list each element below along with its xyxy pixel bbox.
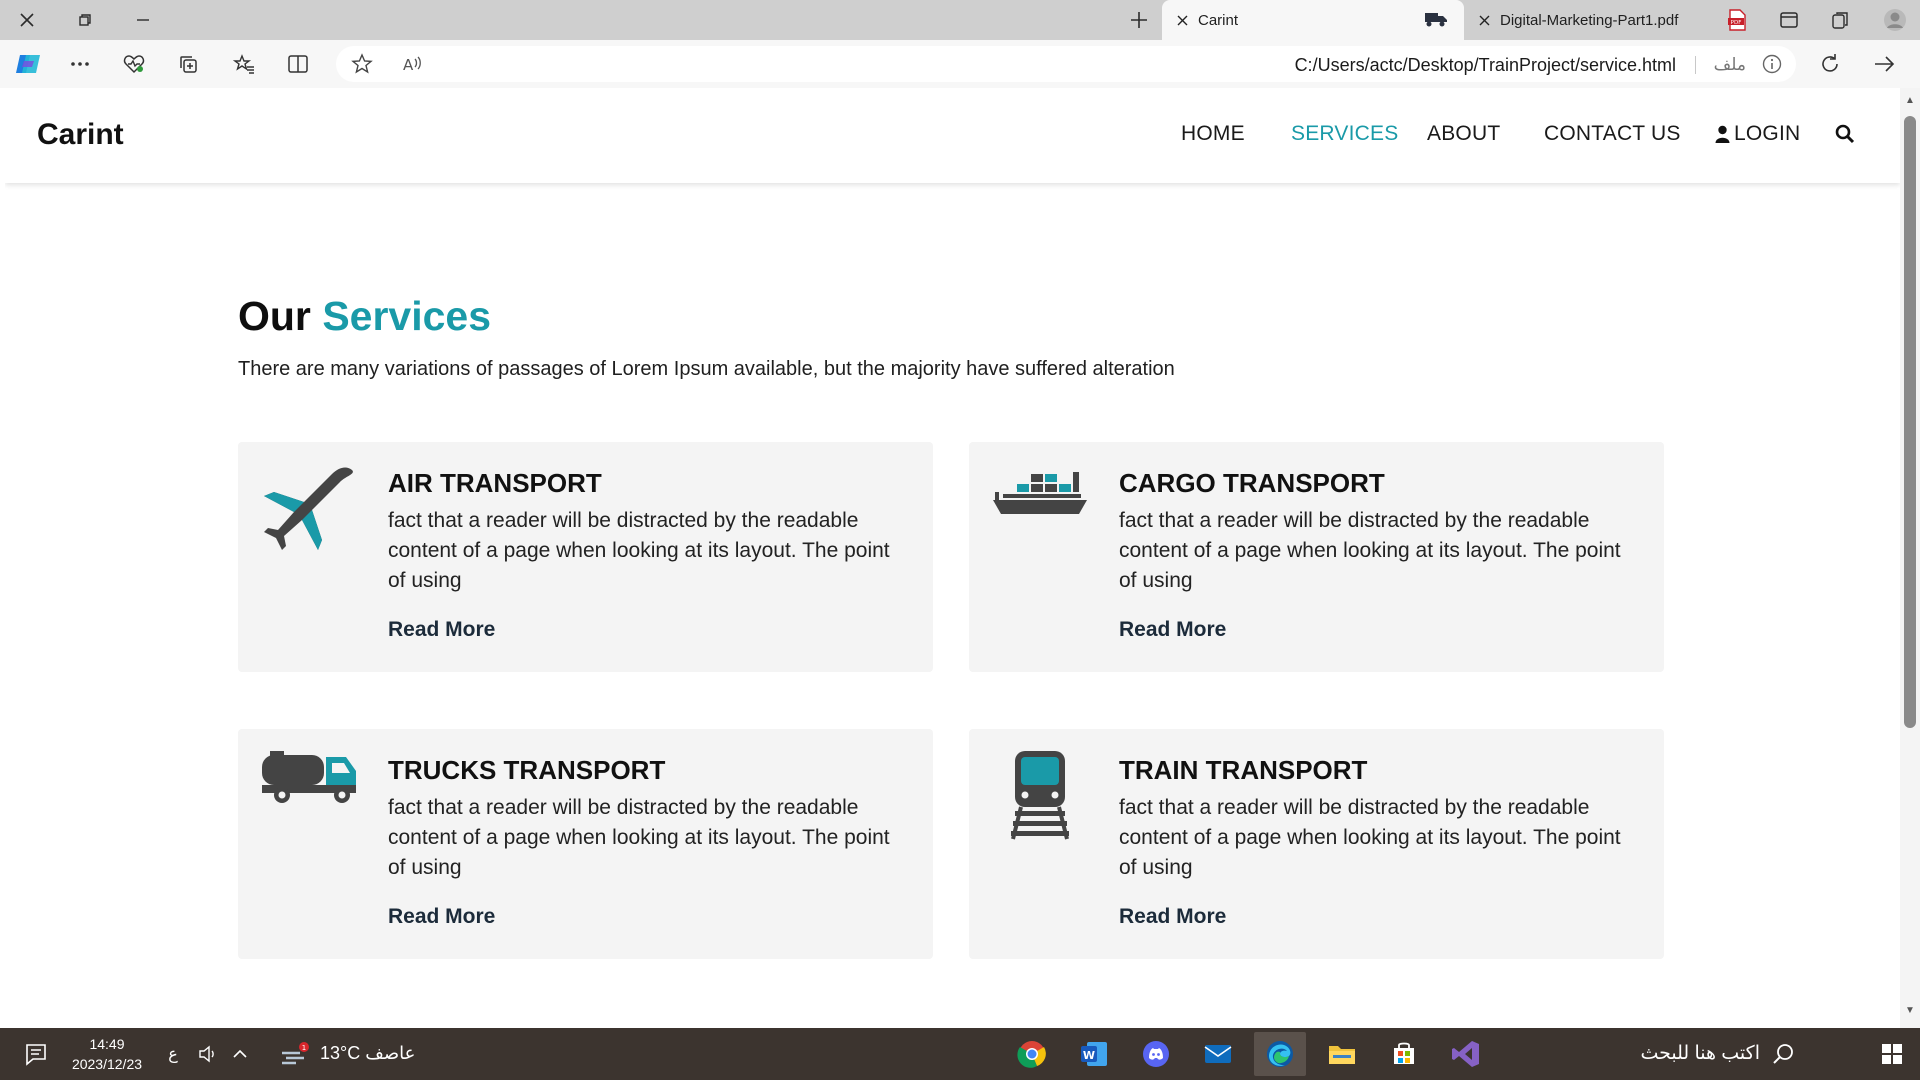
page-title-main: Our — [238, 293, 311, 339]
service-title: CARGO TRANSPORT — [1119, 468, 1385, 498]
collections-icon[interactable] — [172, 50, 204, 78]
user-icon — [1715, 125, 1730, 143]
chrome-app-icon[interactable] — [1006, 1032, 1058, 1076]
nav-about[interactable]: ABOUT — [1427, 122, 1500, 146]
browser-toolbar: A C:/Users/actc/Desktop/TrainProject/ser… — [0, 40, 1920, 88]
scroll-down-arrow-icon[interactable]: ▼ — [1904, 1006, 1916, 1016]
scroll-thumb[interactable] — [1904, 116, 1916, 728]
windows-taskbar: 14:49 2023/12/23 ع 1 13°C عاصف W اكتب هن… — [0, 1028, 1920, 1080]
taskbar-search-placeholder: اكتب هنا للبحث — [1640, 1043, 1760, 1064]
pdf-icon[interactable]: PDF — [1722, 6, 1752, 34]
url-text[interactable]: C:/Users/actc/Desktop/TrainProject/servi… — [1295, 55, 1676, 76]
nav-contact-us[interactable]: CONTACT US — [1544, 122, 1681, 146]
discord-app-icon[interactable] — [1130, 1032, 1182, 1076]
search-icon[interactable] — [1835, 124, 1855, 149]
browser-tab-strip: Carint Digital-Marketing-Part1.pdf PDF — [0, 0, 1920, 40]
svg-text:A: A — [403, 56, 414, 74]
nav-login[interactable]: LOGIN — [1715, 122, 1800, 146]
windows-start-icon[interactable] — [1864, 1028, 1920, 1080]
forward-arrow-icon[interactable] — [1868, 50, 1900, 78]
read-more-link[interactable]: Read More — [388, 618, 495, 642]
truck-icon — [260, 751, 358, 843]
page-subtitle: There are many variations of passages of… — [238, 358, 1175, 380]
tab-digital-marketing-pdf[interactable]: Digital-Marketing-Part1.pdf — [1464, 0, 1704, 40]
page-viewport: Carint HOME SERVICES ABOUT CONTACT US LO… — [5, 88, 1900, 1028]
minimize-window-icon[interactable] — [128, 6, 158, 34]
favorites-list-icon[interactable] — [228, 50, 260, 78]
nav-home[interactable]: HOME — [1181, 122, 1245, 146]
service-card-air: AIR TRANSPORT fact that a reader will be… — [238, 442, 933, 672]
service-description: fact that a reader will be distracted by… — [388, 796, 890, 879]
service-description: fact that a reader will be distracted by… — [1119, 509, 1621, 592]
read-more-link[interactable]: Read More — [388, 905, 495, 929]
profile-avatar-icon[interactable] — [1880, 6, 1910, 34]
svg-text:PDF: PDF — [1731, 20, 1742, 26]
service-card-train: TRAIN TRANSPORT fact that a reader will … — [969, 729, 1664, 959]
tab-close-icon[interactable] — [1172, 10, 1192, 30]
close-window-icon[interactable] — [12, 6, 42, 34]
nav-services[interactable]: SERVICES — [1291, 122, 1398, 146]
read-aloud-icon[interactable]: A — [402, 53, 424, 80]
search-icon — [1772, 1043, 1794, 1070]
refresh-icon[interactable] — [1814, 50, 1846, 78]
url-scheme-label: ملف — [1713, 55, 1746, 74]
copilot-icon[interactable] — [12, 50, 44, 78]
split-window-icon[interactable] — [1774, 6, 1804, 34]
new-tab-button[interactable] — [1124, 6, 1154, 34]
service-title: TRAIN TRANSPORT — [1119, 755, 1368, 785]
browser-essentials-icon[interactable] — [118, 50, 150, 78]
page-scrollbar[interactable]: ▲ ▼ — [1900, 88, 1920, 1028]
visual-studio-app-icon[interactable] — [1440, 1032, 1492, 1076]
cargo-ship-icon — [991, 464, 1089, 556]
workspaces-icon[interactable] — [1826, 6, 1856, 34]
service-card-cargo: CARGO TRANSPORT fact that a reader will … — [969, 442, 1664, 672]
site-header: Carint HOME SERVICES ABOUT CONTACT US LO… — [5, 88, 1900, 183]
service-title: AIR TRANSPORT — [388, 468, 602, 498]
notification-center-icon[interactable] — [16, 1028, 56, 1080]
microsoft-store-app-icon[interactable] — [1378, 1032, 1430, 1076]
tab-label: Carint — [1198, 11, 1239, 29]
service-description: fact that a reader will be distracted by… — [388, 509, 890, 592]
clock-date: 2023/12/23 — [71, 1056, 143, 1072]
volume-icon[interactable] — [194, 1028, 222, 1080]
tab-carint[interactable]: Carint — [1162, 0, 1464, 40]
input-language-indicator[interactable]: ع — [162, 1028, 184, 1080]
service-card-trucks: TRUCKS TRANSPORT fact that a reader will… — [238, 729, 933, 959]
page-title: Our Services — [238, 293, 491, 340]
system-clock[interactable]: 14:49 2023/12/23 — [62, 1034, 152, 1074]
truck-favicon-icon — [1424, 10, 1448, 32]
scroll-up-arrow-icon[interactable]: ▲ — [1904, 96, 1916, 106]
restore-window-icon[interactable] — [70, 6, 100, 34]
service-description: fact that a reader will be distracted by… — [1119, 796, 1621, 879]
show-hidden-icons-chevron-up-icon[interactable] — [228, 1028, 252, 1080]
airplane-icon — [260, 464, 358, 556]
read-more-link[interactable]: Read More — [1119, 905, 1226, 929]
read-more-link[interactable]: Read More — [1119, 618, 1226, 642]
svg-text:W: W — [1083, 1049, 1095, 1062]
mail-app-icon[interactable] — [1192, 1032, 1244, 1076]
clock-time: 14:49 — [89, 1036, 125, 1052]
address-bar[interactable]: A C:/Users/actc/Desktop/TrainProject/ser… — [336, 46, 1796, 82]
site-info-icon[interactable] — [1762, 54, 1782, 79]
more-options-icon[interactable] — [64, 50, 96, 78]
file-explorer-app-icon[interactable] — [1316, 1032, 1368, 1076]
page-title-accent: Services — [322, 293, 492, 339]
weather-badge-count: 1 — [302, 1044, 306, 1052]
edge-app-icon[interactable] — [1254, 1032, 1306, 1076]
site-brand-logo[interactable]: Carint — [37, 118, 124, 152]
service-title: TRUCKS TRANSPORT — [388, 755, 666, 785]
taskbar-search-box[interactable]: اكتب هنا للبحث — [1500, 1028, 1860, 1080]
train-icon — [991, 751, 1089, 843]
favorite-star-icon[interactable] — [350, 52, 374, 81]
word-app-icon[interactable]: W — [1068, 1032, 1120, 1076]
nav-login-label: LOGIN — [1734, 122, 1801, 145]
url-separator — [1695, 56, 1696, 74]
tab-close-icon[interactable] — [1474, 10, 1494, 30]
split-screen-icon[interactable] — [282, 50, 314, 78]
weather-text[interactable]: 13°C عاصف — [320, 1043, 415, 1064]
tab-label: Digital-Marketing-Part1.pdf — [1500, 11, 1679, 29]
weather-icon[interactable]: 1 — [278, 1028, 314, 1080]
